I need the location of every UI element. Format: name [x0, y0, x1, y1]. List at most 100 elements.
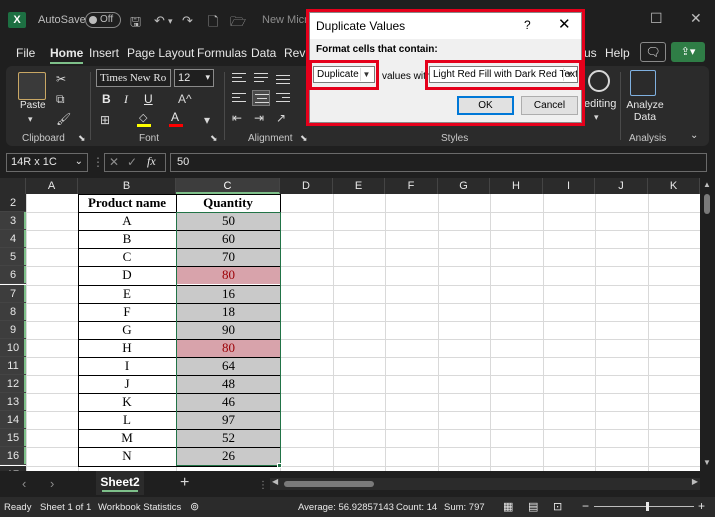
product-name-cell[interactable]: B	[78, 230, 176, 248]
align-bottom-icon[interactable]	[274, 70, 292, 86]
italic-button[interactable]: I	[124, 92, 128, 107]
bold-button[interactable]: B	[102, 92, 111, 106]
column-header[interactable]: G	[438, 178, 490, 194]
tab-data[interactable]: Data	[251, 46, 276, 60]
tab-formulas[interactable]: Formulas	[197, 46, 247, 60]
dialog-launcher-icon[interactable]: ⬊	[300, 133, 308, 144]
borders-icon[interactable]: ⊞	[100, 113, 110, 127]
h-scroll-thumb[interactable]	[284, 481, 374, 487]
undo-dropdown-icon[interactable]: ▾	[168, 16, 173, 27]
align-middle-icon[interactable]	[252, 70, 270, 86]
column-header[interactable]: D	[280, 178, 333, 194]
next-sheet-icon[interactable]: ›	[50, 476, 54, 491]
align-left-icon[interactable]	[230, 90, 248, 106]
column-header-selected[interactable]: C	[176, 178, 280, 194]
save-icon[interactable]: 🖫	[130, 13, 141, 35]
product-name-cell[interactable]: H	[78, 339, 176, 357]
cut-icon[interactable]: ✂	[56, 72, 66, 86]
open-folder-icon[interactable]: 🗁	[230, 13, 246, 35]
tab-help[interactable]: Help	[605, 46, 630, 60]
row-header[interactable]: 9	[0, 320, 26, 339]
window-close-icon[interactable]: ✕	[690, 10, 702, 27]
row-header[interactable]: 11	[0, 356, 26, 375]
maximize-icon[interactable]: ☐	[650, 10, 663, 27]
increase-indent-icon[interactable]: ⇥	[254, 111, 264, 125]
vertical-scrollbar[interactable]: ▲ ▼	[700, 178, 715, 471]
zoom-out-icon[interactable]: −	[582, 499, 589, 513]
normal-view-icon[interactable]: ▦	[503, 500, 513, 513]
font-color-icon[interactable]: A	[168, 110, 186, 128]
row-header[interactable]: 15	[0, 429, 26, 448]
align-top-icon[interactable]	[230, 70, 248, 86]
product-name-cell[interactable]: M	[78, 429, 176, 447]
product-name-cell[interactable]: J	[78, 375, 176, 393]
row-header[interactable]: 14	[0, 411, 26, 430]
new-file-icon[interactable]: 🗋	[208, 13, 218, 35]
row-header[interactable]: 5	[0, 248, 26, 267]
column-header[interactable]: J	[595, 178, 648, 194]
row-header[interactable]: 4	[0, 230, 26, 249]
accessibility-icon[interactable]: ⊚	[190, 500, 199, 513]
workbook-statistics-button[interactable]: Workbook Statistics	[98, 502, 181, 513]
zoom-slider[interactable]	[594, 506, 694, 507]
row-header[interactable]: 2	[0, 194, 26, 213]
row-header[interactable]: 10	[0, 338, 26, 357]
row-header[interactable]: 6	[0, 266, 26, 285]
decrease-indent-icon[interactable]: ⇤	[232, 111, 242, 125]
font-name-select[interactable]: Times New Ro	[96, 69, 171, 87]
insert-function-icon[interactable]: fx	[147, 154, 156, 169]
prev-sheet-icon[interactable]: ‹	[22, 476, 26, 491]
row-header[interactable]: 12	[0, 375, 26, 394]
row-header[interactable]: 7	[0, 284, 26, 303]
column-header[interactable]: I	[543, 178, 595, 194]
align-right-icon[interactable]	[274, 90, 292, 106]
orientation-icon[interactable]: ↗	[276, 111, 286, 125]
editing-dropdown-icon[interactable]: ▾	[594, 112, 599, 123]
dialog-launcher-icon[interactable]: ⬊	[210, 133, 218, 144]
paste-button-label[interactable]: Paste	[20, 100, 46, 111]
tab-page-layout[interactable]: Page Layout	[127, 46, 194, 60]
editing-button-label[interactable]: editing	[584, 98, 616, 110]
dialog-launcher-icon[interactable]: ⬊	[78, 133, 86, 144]
page-layout-view-icon[interactable]: ▤	[528, 500, 538, 513]
product-name-cell[interactable]: A	[78, 212, 176, 230]
row-header[interactable]: 8	[0, 302, 26, 321]
product-name-cell[interactable]: G	[78, 321, 176, 339]
product-name-cell[interactable]: D	[78, 266, 176, 284]
more-options-icon[interactable]: ▾	[204, 113, 210, 127]
scroll-right-icon[interactable]: ▶	[692, 477, 698, 486]
scroll-up-icon[interactable]: ▲	[703, 180, 711, 189]
tab-us[interactable]: us	[584, 46, 597, 60]
product-name-cell[interactable]: K	[78, 393, 176, 411]
undo-icon[interactable]: ↶	[154, 13, 165, 29]
select-all-corner[interactable]	[0, 178, 26, 194]
tab-insert[interactable]: Insert	[89, 46, 119, 60]
column-header[interactable]: B	[78, 178, 176, 194]
table-header-cell[interactable]: Product name	[78, 194, 176, 212]
product-name-cell[interactable]: F	[78, 303, 176, 321]
paste-dropdown-icon[interactable]: ▾	[28, 114, 33, 125]
column-header[interactable]: E	[333, 178, 385, 194]
scroll-thumb[interactable]	[704, 194, 710, 214]
column-header[interactable]: F	[385, 178, 438, 194]
confirm-entry-icon[interactable]: ✓	[127, 155, 137, 169]
product-name-cell[interactable]: N	[78, 447, 176, 465]
scroll-left-icon[interactable]: ◀	[272, 477, 278, 486]
zoom-in-icon[interactable]: +	[698, 499, 705, 513]
analyze-data-icon[interactable]	[630, 70, 656, 96]
row-header[interactable]: 13	[0, 393, 26, 412]
product-name-cell[interactable]: C	[78, 248, 176, 266]
format-painter-icon[interactable]: 🖌	[56, 112, 71, 126]
column-header[interactable]: K	[648, 178, 700, 194]
scroll-down-icon[interactable]: ▼	[703, 458, 711, 467]
fill-color-icon[interactable]: ◇	[136, 112, 154, 128]
row-header[interactable]: 16	[0, 447, 26, 466]
tab-home[interactable]: Home	[50, 46, 83, 60]
find-search-icon[interactable]	[588, 70, 610, 92]
sheet-options-icon[interactable]: ⋮	[258, 480, 268, 491]
add-sheet-button[interactable]: +	[180, 474, 189, 492]
copy-icon[interactable]: ⧉	[56, 92, 65, 107]
paste-icon[interactable]	[18, 72, 46, 100]
underline-button[interactable]: U	[144, 92, 153, 106]
spreadsheet-grid[interactable]: A B C D E F G H I J K 2 3 4 5 6 7 8 9 10 11 12 13 14…	[0, 178, 700, 471]
